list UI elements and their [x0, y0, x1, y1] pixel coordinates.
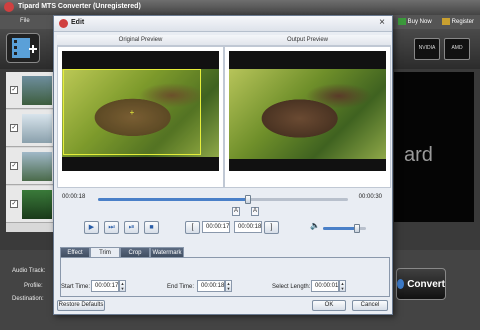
list-item[interactable]: ✓	[6, 110, 54, 147]
timeline: 00:00:18 00:00:30	[60, 194, 386, 206]
select-length-stepper[interactable]: ▲ ▼	[339, 280, 346, 292]
seek-handle[interactable]	[245, 195, 251, 204]
video-frame	[229, 69, 386, 159]
step-forward-button[interactable]: ⏭	[104, 221, 119, 234]
cancel-button[interactable]: Cancel	[352, 300, 388, 311]
trim-marker-start[interactable]: A	[232, 207, 240, 216]
register-label: Register	[451, 19, 474, 26]
checkbox[interactable]: ✓	[10, 162, 18, 170]
seek-progress	[98, 198, 248, 201]
app-titlebar: Tipard MTS Converter (Unregistered)	[0, 0, 480, 15]
trim-panel: Start Time: 00:00:17 ▲ ▼ End Time: 00:00:…	[60, 257, 390, 297]
output-video	[229, 51, 386, 171]
end-time-input[interactable]: 00:00:18	[197, 280, 225, 292]
convert-icon	[397, 279, 405, 289]
app-logo-icon	[4, 2, 14, 12]
volume-level	[323, 227, 358, 230]
frame-button[interactable]: ⏯	[124, 221, 139, 234]
profile-label: Profile:	[24, 283, 43, 289]
select-length-input[interactable]: 00:00:01	[311, 280, 339, 292]
restore-defaults-button[interactable]: Restore Defaults	[57, 300, 105, 311]
add-file-button[interactable]	[6, 33, 40, 63]
original-preview-pane: +	[57, 46, 224, 188]
original-video: +	[62, 51, 219, 171]
audio-track-label: Audio Track:	[12, 268, 46, 274]
play-button[interactable]: ▶	[84, 221, 99, 234]
video-thumbnail	[22, 114, 52, 143]
start-time-label: Start Time:	[61, 284, 91, 290]
mark-in-button[interactable]: [	[185, 221, 200, 234]
end-time-stepper[interactable]: ▲ ▼	[225, 280, 232, 292]
trim-marker-end[interactable]: A	[251, 207, 259, 216]
convert-label: Convert	[407, 278, 445, 290]
app-title: Tipard MTS Converter (Unregistered)	[18, 3, 141, 10]
buy-now-link[interactable]: Buy Now	[397, 18, 432, 26]
crosshair-icon: +	[129, 108, 135, 117]
topright-links: Buy Now Register	[397, 18, 474, 26]
dialog-logo-icon	[59, 19, 68, 28]
seek-bar[interactable]	[98, 195, 348, 204]
list-item[interactable]: ✓	[6, 186, 54, 223]
current-time: 00:00:18	[62, 194, 86, 200]
ok-button[interactable]: OK	[312, 300, 346, 311]
register-link[interactable]: Register	[441, 18, 474, 26]
mark-out-button[interactable]: ]	[264, 221, 279, 234]
mark-out-time[interactable]: 00:00:18	[234, 221, 262, 233]
volume-slider[interactable]	[323, 224, 366, 233]
start-time-input[interactable]: 00:00:17	[91, 280, 119, 292]
list-item[interactable]: ✓	[6, 72, 54, 109]
amd-badge: AMD	[444, 38, 470, 60]
close-icon[interactable]: ×	[376, 17, 388, 29]
checkbox[interactable]: ✓	[10, 86, 18, 94]
mark-in-time[interactable]: 00:00:17	[202, 221, 230, 233]
volume-icon[interactable]: 🔈	[310, 221, 320, 230]
edit-dialog: Edit × Original Preview Output Preview +…	[53, 15, 393, 315]
list-item[interactable]: ✓	[6, 148, 54, 185]
select-length-label: Select Length:	[272, 284, 311, 290]
volume-handle[interactable]	[354, 224, 361, 233]
buy-now-label: Buy Now	[407, 19, 432, 26]
menu-file[interactable]: File	[20, 18, 30, 24]
destination-label: Destination:	[12, 296, 44, 302]
video-thumbnail	[22, 76, 52, 105]
dialog-titlebar: Edit ×	[54, 16, 392, 32]
video-thumbnail	[22, 190, 52, 219]
preview-text: ard	[404, 144, 433, 166]
file-list: ✓ ✓ ✓ ✓	[6, 72, 54, 232]
output-preview-header: Output Preview	[224, 35, 391, 46]
start-time-stepper[interactable]: ▲ ▼	[119, 280, 126, 292]
end-time-label: End Time:	[167, 284, 195, 290]
film-add-icon	[12, 38, 37, 58]
total-time: 00:00:30	[358, 194, 382, 200]
video-thumbnail	[22, 152, 52, 181]
checkbox[interactable]: ✓	[10, 124, 18, 132]
key-icon	[441, 18, 450, 25]
original-preview-header: Original Preview	[57, 35, 224, 46]
checkbox[interactable]: ✓	[10, 200, 18, 208]
main-preview: ard	[394, 72, 474, 222]
dialog-title: Edit	[71, 19, 85, 26]
stop-button[interactable]: ■	[144, 221, 159, 234]
convert-button[interactable]: Convert	[396, 268, 446, 300]
output-preview-pane	[224, 46, 391, 188]
cart-icon	[397, 18, 406, 25]
nvidia-badge: NVIDIA	[414, 38, 440, 60]
